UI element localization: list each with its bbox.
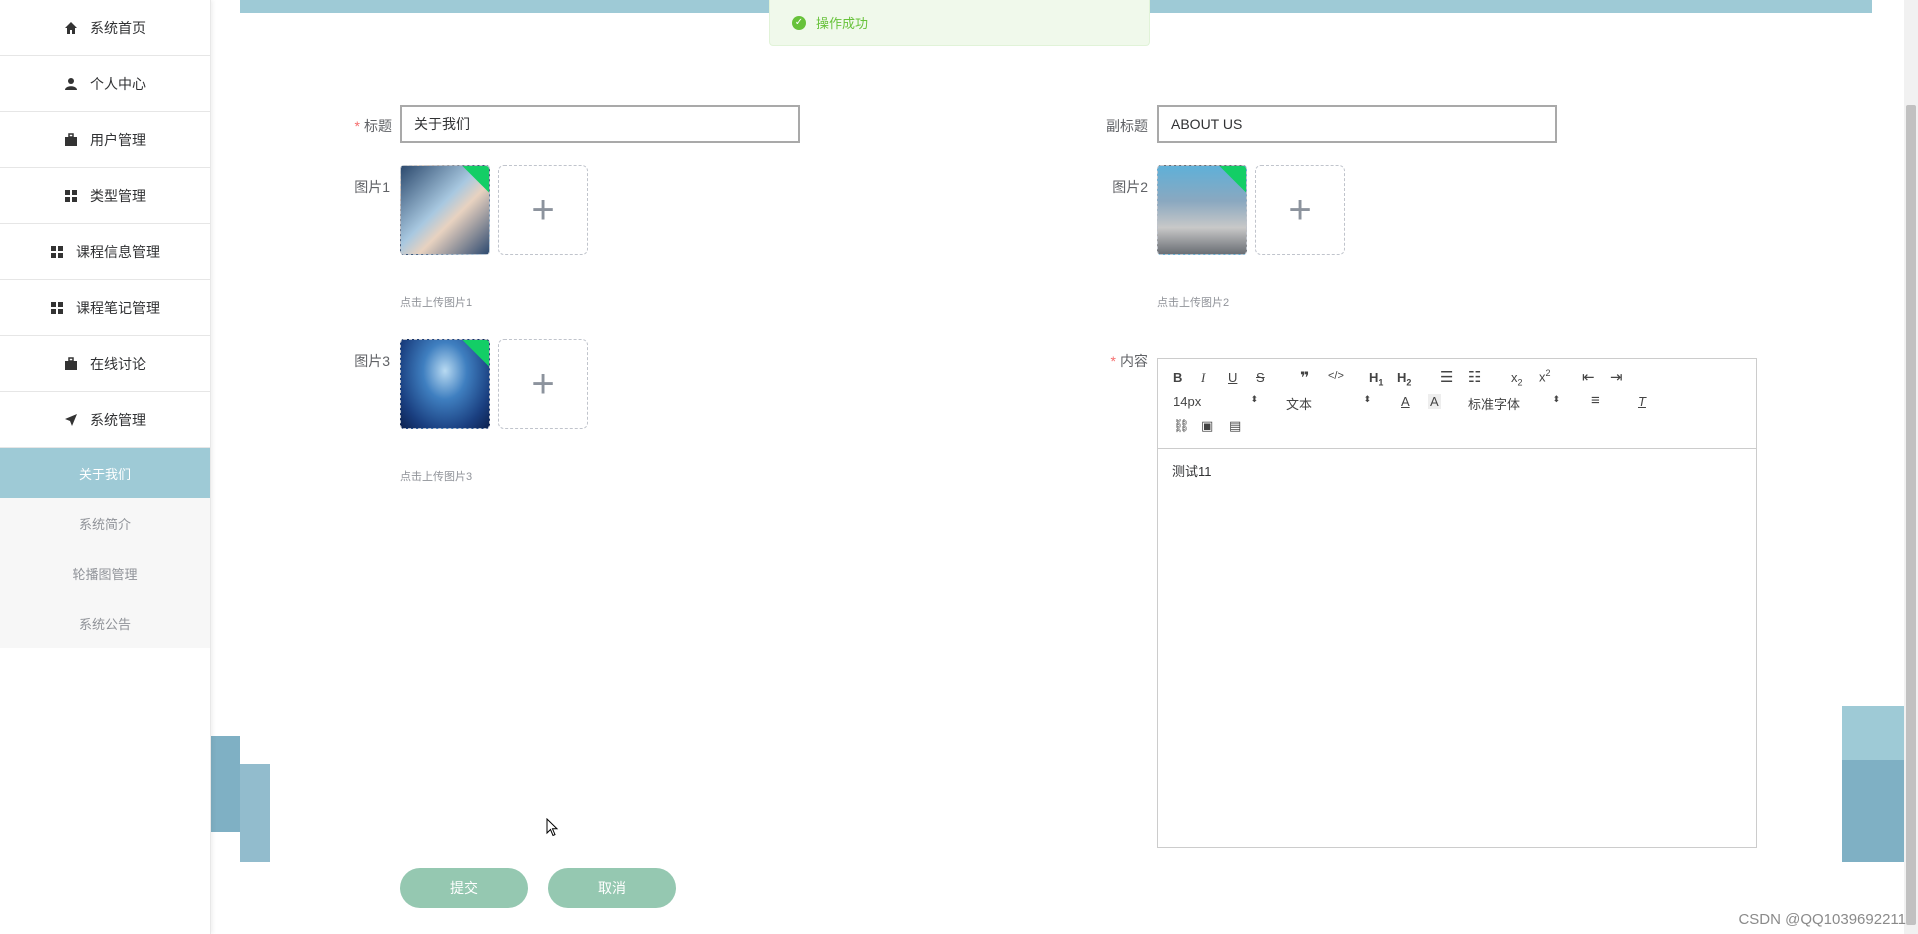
- decor-left-1: [210, 736, 240, 832]
- watermark: CSDN @QQ1039692211: [1738, 911, 1906, 928]
- underline-icon[interactable]: U: [1228, 370, 1237, 385]
- sidebar-item-courses[interactable]: 课程信息管理: [0, 224, 210, 280]
- uploaded-badge: [461, 166, 489, 193]
- image-icon[interactable]: ▣: [1201, 418, 1213, 434]
- plus-icon: +: [531, 361, 555, 406]
- strikethrough-icon[interactable]: S: [1256, 370, 1265, 385]
- video-icon[interactable]: ▤: [1229, 418, 1241, 434]
- image3-tip: 点击上传图片3: [400, 471, 473, 483]
- sidebar-item-home[interactable]: 系统首页: [0, 0, 210, 56]
- image3-upload-button[interactable]: +: [498, 339, 588, 429]
- submit-button[interactable]: 提交: [400, 868, 528, 908]
- font-color-icon[interactable]: A: [1401, 394, 1410, 409]
- scrollbar[interactable]: [1904, 0, 1918, 934]
- uploaded-badge: [1218, 166, 1246, 193]
- font-size-value: 14px: [1173, 394, 1202, 409]
- image3-label: 图片3: [354, 353, 390, 369]
- image1-thumbnail[interactable]: [400, 165, 490, 255]
- grid-icon: [51, 301, 63, 314]
- sidebar-item-label: 课程笔记管理: [76, 299, 160, 316]
- scrollbar-thumb[interactable]: [1906, 105, 1916, 925]
- image2-tip: 点击上传图片2: [1157, 297, 1230, 309]
- clear-format-icon[interactable]: T: [1638, 394, 1646, 409]
- required-asterisk: *: [1110, 353, 1116, 369]
- bold-icon[interactable]: B: [1173, 370, 1182, 385]
- select-arrows-icon: ⬍: [1363, 394, 1371, 404]
- image3-thumbnail[interactable]: [400, 339, 490, 429]
- editor-content[interactable]: 测试11: [1158, 449, 1756, 492]
- grid-icon: [51, 245, 63, 258]
- grid-icon: [65, 189, 77, 202]
- heading2-icon[interactable]: H2: [1397, 370, 1411, 388]
- bullet-list-icon[interactable]: ☷: [1468, 368, 1481, 386]
- home-icon: [65, 21, 77, 34]
- background-color-icon[interactable]: A: [1428, 394, 1441, 409]
- mouse-cursor-icon: [546, 818, 559, 837]
- image1-tip: 点击上传图片1: [400, 297, 473, 309]
- briefcase-icon: [65, 132, 77, 146]
- outdent-icon[interactable]: ⇤: [1582, 368, 1595, 386]
- font-size-select[interactable]: 14px ⬍: [1173, 394, 1258, 409]
- decor-right-2: [1842, 760, 1904, 862]
- sidebar-item-users[interactable]: 用户管理: [0, 112, 210, 168]
- block-type-value: 文本: [1286, 397, 1313, 412]
- image1-label: 图片1: [354, 179, 390, 195]
- sidebar-item-label: 系统首页: [90, 19, 146, 36]
- heading1-icon[interactable]: H1: [1369, 370, 1383, 388]
- title-input[interactable]: 关于我们: [400, 105, 800, 143]
- editor-toolbar: B I U S ❞ </> H1 H2 ☰ ☷ x2 x2 ⇤ ⇥ 14px ⬍…: [1158, 359, 1756, 449]
- image2-upload-button[interactable]: +: [1255, 165, 1345, 255]
- paper-plane-icon: [65, 413, 77, 426]
- sidebar-subitem-about[interactable]: 关于我们: [0, 448, 210, 498]
- sidebar-item-label: 系统管理: [90, 411, 146, 428]
- subtitle-input[interactable]: ABOUT US: [1157, 105, 1557, 143]
- content-label: * 内容: [1110, 353, 1148, 369]
- required-asterisk: *: [354, 118, 360, 134]
- font-family-select[interactable]: 标准字体 ⬍: [1468, 394, 1560, 413]
- user-icon: [65, 77, 77, 90]
- decor-left-2: [240, 764, 270, 862]
- sidebar-item-discussion[interactable]: 在线讨论: [0, 336, 210, 392]
- plus-icon: +: [531, 187, 555, 232]
- sidebar-item-profile[interactable]: 个人中心: [0, 56, 210, 112]
- image1-upload-button[interactable]: +: [498, 165, 588, 255]
- sidebar-subitem-intro[interactable]: 系统简介: [0, 498, 210, 548]
- superscript-icon[interactable]: x2: [1539, 368, 1551, 384]
- success-toast: ✓ 操作成功: [769, 0, 1150, 46]
- sidebar-item-notes[interactable]: 课程笔记管理: [0, 280, 210, 336]
- code-icon[interactable]: </>: [1328, 370, 1344, 382]
- sidebar-subitem-notice[interactable]: 系统公告: [0, 598, 210, 648]
- sidebar-item-label: 个人中心: [90, 75, 146, 92]
- sidebar: 系统首页 个人中心 用户管理 类型管理 课程信息管理 课程笔记管理 在线讨论 系…: [0, 0, 211, 934]
- check-circle-icon: ✓: [792, 15, 806, 30]
- uploaded-badge: [461, 340, 489, 367]
- link-icon[interactable]: ⛓: [1173, 418, 1190, 434]
- toast-message: 操作成功: [816, 16, 869, 31]
- subtitle-label: 副标题: [1106, 118, 1148, 134]
- title-label: * 标题: [354, 118, 392, 134]
- sidebar-subitem-carousel[interactable]: 轮播图管理: [0, 548, 210, 598]
- image2-thumbnail[interactable]: [1157, 165, 1247, 255]
- sidebar-item-system[interactable]: 系统管理: [0, 392, 210, 448]
- plus-icon: +: [1288, 187, 1312, 232]
- image2-label: 图片2: [1112, 179, 1148, 195]
- briefcase-icon: [65, 356, 77, 370]
- select-arrows-icon: ⬍: [1250, 394, 1258, 404]
- italic-icon[interactable]: I: [1201, 370, 1205, 386]
- align-icon[interactable]: ≡: [1591, 392, 1600, 409]
- ordered-list-icon[interactable]: ☰: [1440, 368, 1453, 386]
- sidebar-item-label: 课程信息管理: [76, 243, 160, 260]
- font-family-value: 标准字体: [1468, 397, 1521, 412]
- block-type-select[interactable]: 文本 ⬍: [1286, 394, 1371, 413]
- sidebar-item-label: 用户管理: [90, 131, 146, 148]
- indent-icon[interactable]: ⇥: [1610, 368, 1623, 386]
- sidebar-item-types[interactable]: 类型管理: [0, 168, 210, 224]
- sidebar-item-label: 在线讨论: [90, 355, 146, 372]
- blockquote-icon[interactable]: ❞: [1300, 368, 1309, 388]
- rich-text-editor: B I U S ❞ </> H1 H2 ☰ ☷ x2 x2 ⇤ ⇥ 14px ⬍…: [1157, 358, 1757, 848]
- subscript-icon[interactable]: x2: [1511, 370, 1523, 388]
- select-arrows-icon: ⬍: [1552, 394, 1560, 404]
- sidebar-item-label: 类型管理: [90, 187, 146, 204]
- cancel-button[interactable]: 取消: [548, 868, 676, 908]
